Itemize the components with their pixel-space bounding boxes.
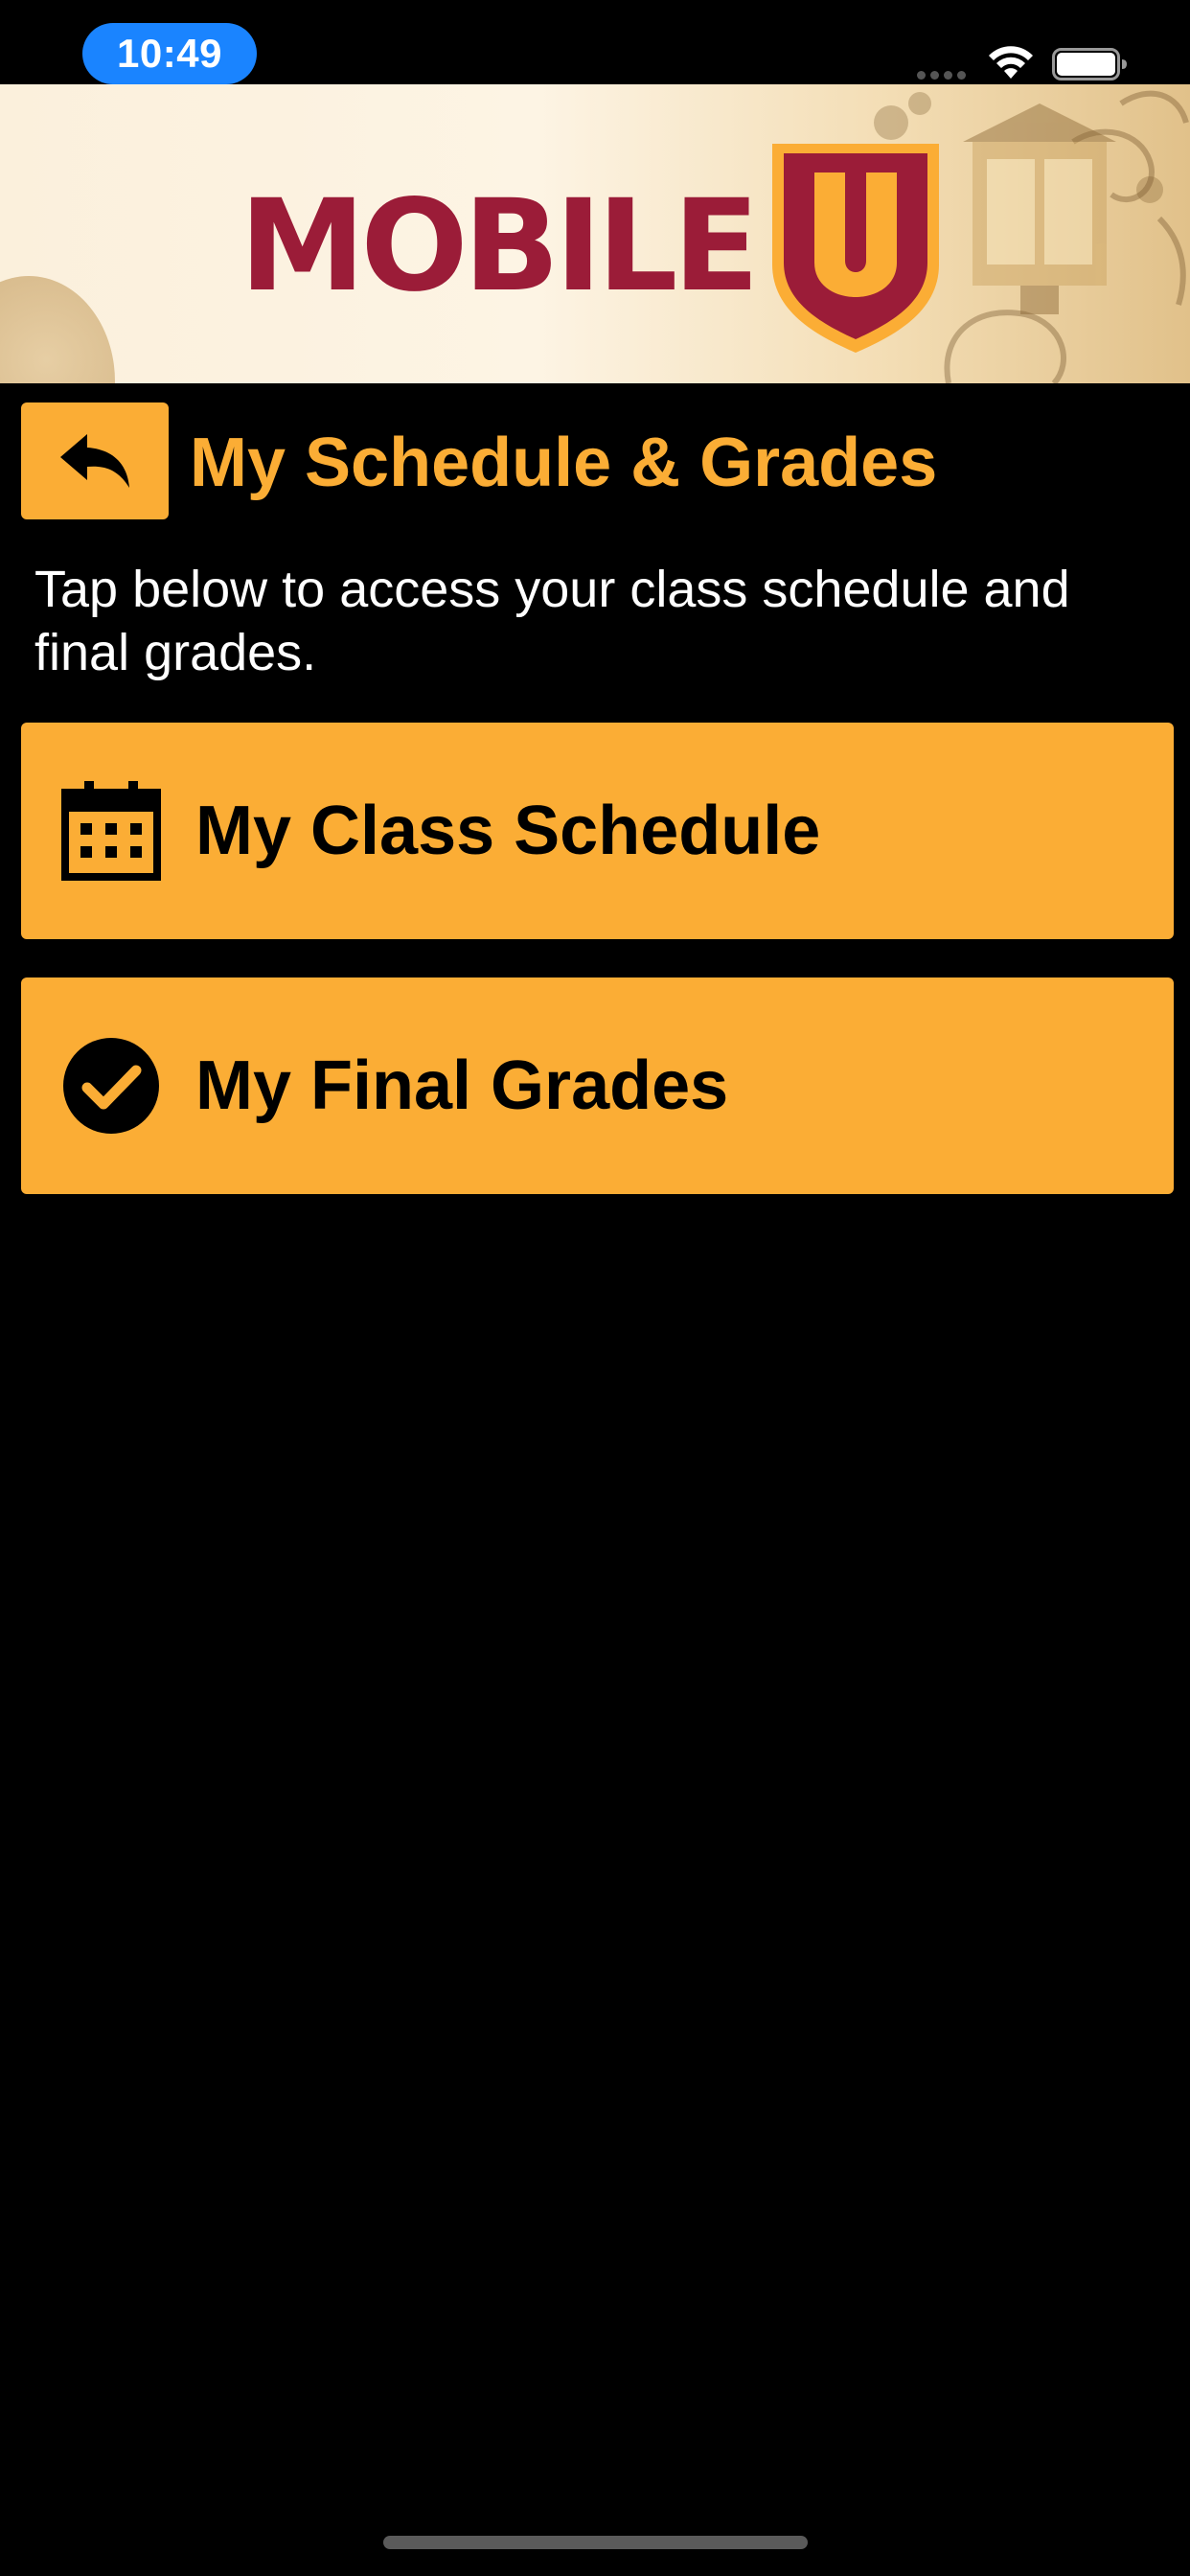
shield-logo-icon [771, 144, 939, 353]
status-bar: 10:49 [0, 0, 1190, 84]
my-class-schedule-label: My Class Schedule [195, 793, 821, 869]
mobile-u-logo: MOBILE [240, 144, 943, 356]
page-title: My Schedule & Grades [190, 425, 938, 501]
page-description: Tap below to access your class schedule … [34, 561, 1070, 681]
check-circle-icon [63, 1038, 159, 1134]
calendar-icon [61, 781, 161, 881]
reply-arrow-icon [60, 434, 129, 488]
banner: MOBILE [0, 84, 1190, 383]
banner-dome-decoration [0, 276, 115, 383]
home-indicator[interactable] [383, 2536, 808, 2549]
signal-dots-icon [917, 71, 966, 80]
battery-icon [1052, 48, 1127, 80]
my-class-schedule-button[interactable]: My Class Schedule [21, 723, 1174, 939]
my-final-grades-button[interactable]: My Final Grades [21, 978, 1174, 1194]
my-final-grades-label: My Final Grades [195, 1047, 729, 1124]
logo-wordmark: MOBILE [240, 172, 760, 320]
status-time[interactable]: 10:49 [82, 23, 257, 84]
back-button[interactable] [21, 402, 169, 519]
wifi-icon [989, 46, 1033, 79]
